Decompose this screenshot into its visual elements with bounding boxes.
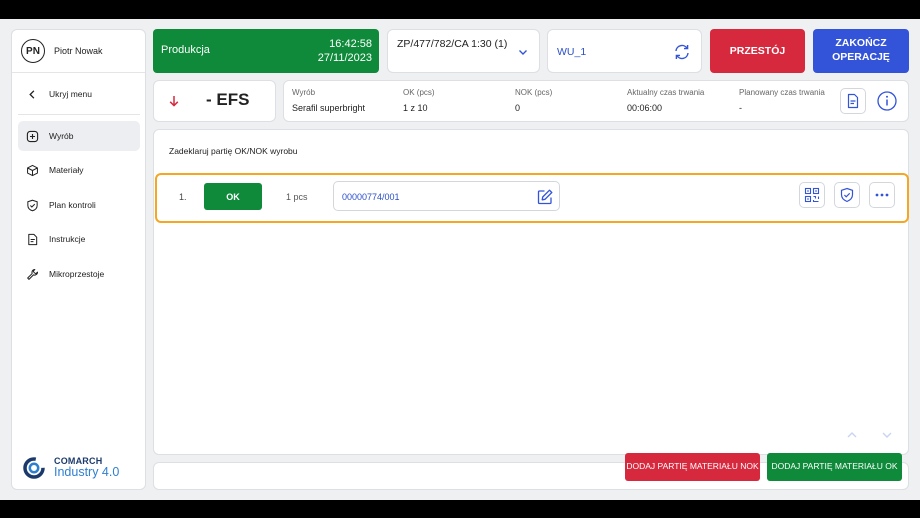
add-ok-material-batch-button[interactable]: DODAJ PARTIĘ MATERIAŁU OK: [767, 453, 902, 481]
sidebar-item-label: Mikroprzestoje: [49, 269, 105, 279]
info-button[interactable]: [874, 88, 900, 114]
more-dots-icon: [875, 193, 889, 197]
sidebar-divider: [18, 114, 140, 115]
chevron-down-icon: [882, 432, 892, 438]
info-nok: NOK (pcs) 0: [515, 88, 552, 113]
info-label: Aktualny czas trwania: [627, 88, 705, 97]
row-quantity: 1 pcs: [286, 192, 308, 202]
edit-icon[interactable]: [536, 188, 554, 206]
sidebar-item-label: Instrukcje: [49, 234, 86, 244]
info-value: 00:06:00: [627, 103, 663, 113]
info-label: Planowany czas trwania: [739, 88, 825, 97]
sidebar-item-label: Wyrób: [49, 131, 74, 141]
box-icon: [27, 164, 38, 176]
sidebar-item-product[interactable]: Wyrób: [18, 121, 140, 151]
app-screen: PN Piotr Nowak Ukryj menu Wyrób Materiał…: [0, 19, 920, 500]
chevron-up-icon: [847, 432, 857, 438]
row-index: 1.: [179, 192, 187, 202]
info-planned-time: Planowany czas trwania -: [739, 88, 825, 113]
sidebar-item-control-plan[interactable]: Plan kontroli: [18, 190, 140, 220]
info-value: Serafil superbright: [292, 103, 366, 113]
batch-declaration-panel: Zadeklaruj partię OK/NOK wyrobu 1. OK 1 …: [153, 129, 909, 455]
clock: 16:42:58 27/11/2023: [318, 37, 372, 66]
comarch-logo: COMARCH Industry 4.0: [20, 454, 119, 482]
wrench-icon: [27, 268, 39, 280]
sidebar: PN Piotr Nowak Ukryj menu Wyrób Materiał…: [11, 29, 146, 490]
batch-number: 00000774/001: [342, 192, 400, 202]
info-value: -: [739, 103, 742, 113]
scroll-up-button[interactable]: [839, 422, 865, 448]
status-label: Produkcja: [161, 44, 210, 56]
sync-icon[interactable]: [672, 42, 692, 62]
hide-menu-label: Ukryj menu: [49, 89, 92, 99]
hide-menu-button[interactable]: Ukryj menu: [18, 79, 140, 109]
info-icon: [877, 91, 897, 111]
info-product: Wyrób Serafil superbright: [292, 88, 365, 113]
sidebar-item-label: Plan kontroli: [49, 200, 96, 210]
more-options-button[interactable]: [869, 182, 895, 208]
ok-status-button[interactable]: OK: [204, 183, 262, 210]
clock-date: 27/11/2023: [317, 52, 372, 65]
batch-row: 1. OK 1 pcs 00000774/001: [155, 173, 909, 223]
info-label: Wyrób: [292, 88, 316, 97]
info-value: 0: [515, 103, 521, 113]
operation-panel: - EFS: [153, 80, 276, 122]
user-name: Piotr Nowak: [54, 46, 103, 56]
info-value: 1 z 10: [403, 103, 428, 113]
shield-check-icon: [27, 199, 38, 211]
comarch-logo-icon: [23, 457, 45, 479]
info-label: OK (pcs): [403, 88, 435, 97]
order-select[interactable]: ZP/477/782/CA 1:30 (1): [387, 29, 540, 73]
avatar: PN: [21, 39, 45, 63]
document-icon: [847, 93, 859, 109]
end-operation-button[interactable]: ZAKOŃCZ OPERACJĘ: [813, 29, 909, 73]
info-label: NOK (pcs): [515, 88, 553, 97]
document-button[interactable]: [840, 88, 866, 114]
logo-product: Industry 4.0: [54, 465, 120, 480]
quality-check-button[interactable]: [834, 182, 860, 208]
operation-code: - EFS: [206, 90, 250, 109]
info-current-time: Aktualny czas trwania 00:06:00: [627, 88, 704, 113]
panel-title: Zadeklaruj partię OK/NOK wyrobu: [169, 146, 298, 156]
chevron-down-icon: [519, 50, 527, 55]
shield-check-icon: [840, 187, 854, 203]
scroll-down-button[interactable]: [874, 422, 900, 448]
product-info-panel: Wyrób Serafil superbright OK (pcs) 1 z 1…: [283, 80, 909, 122]
arrow-down-icon: [169, 96, 179, 107]
status-panel: Produkcja 16:42:58 27/11/2023: [153, 29, 379, 73]
add-nok-material-batch-button[interactable]: DODAJ PARTIĘ MATERIAŁU NOK: [625, 453, 760, 481]
downtime-button[interactable]: PRZESTÓJ: [710, 29, 805, 73]
sidebar-item-materials[interactable]: Materiały: [18, 155, 140, 185]
chevron-left-icon: [29, 89, 35, 99]
document-icon: [28, 233, 38, 245]
batch-field[interactable]: 00000774/001: [333, 181, 560, 211]
clock-time: 16:42:58: [329, 38, 372, 50]
info-ok: OK (pcs) 1 z 10: [403, 88, 435, 113]
user-profile[interactable]: PN Piotr Nowak: [12, 30, 145, 73]
qr-code-button[interactable]: [799, 182, 825, 208]
sidebar-item-micro-stops[interactable]: Mikroprzestoje: [18, 259, 140, 289]
qr-code-icon: [804, 187, 820, 203]
sidebar-item-label: Materiały: [49, 165, 84, 175]
workstation-value: WU_1: [557, 46, 587, 58]
sidebar-item-instructions[interactable]: Instrukcje: [18, 224, 140, 254]
workstation-select[interactable]: WU_1: [547, 29, 702, 73]
plus-square-icon: [26, 130, 39, 142]
order-value: ZP/477/782/CA 1:30 (1): [397, 38, 508, 50]
